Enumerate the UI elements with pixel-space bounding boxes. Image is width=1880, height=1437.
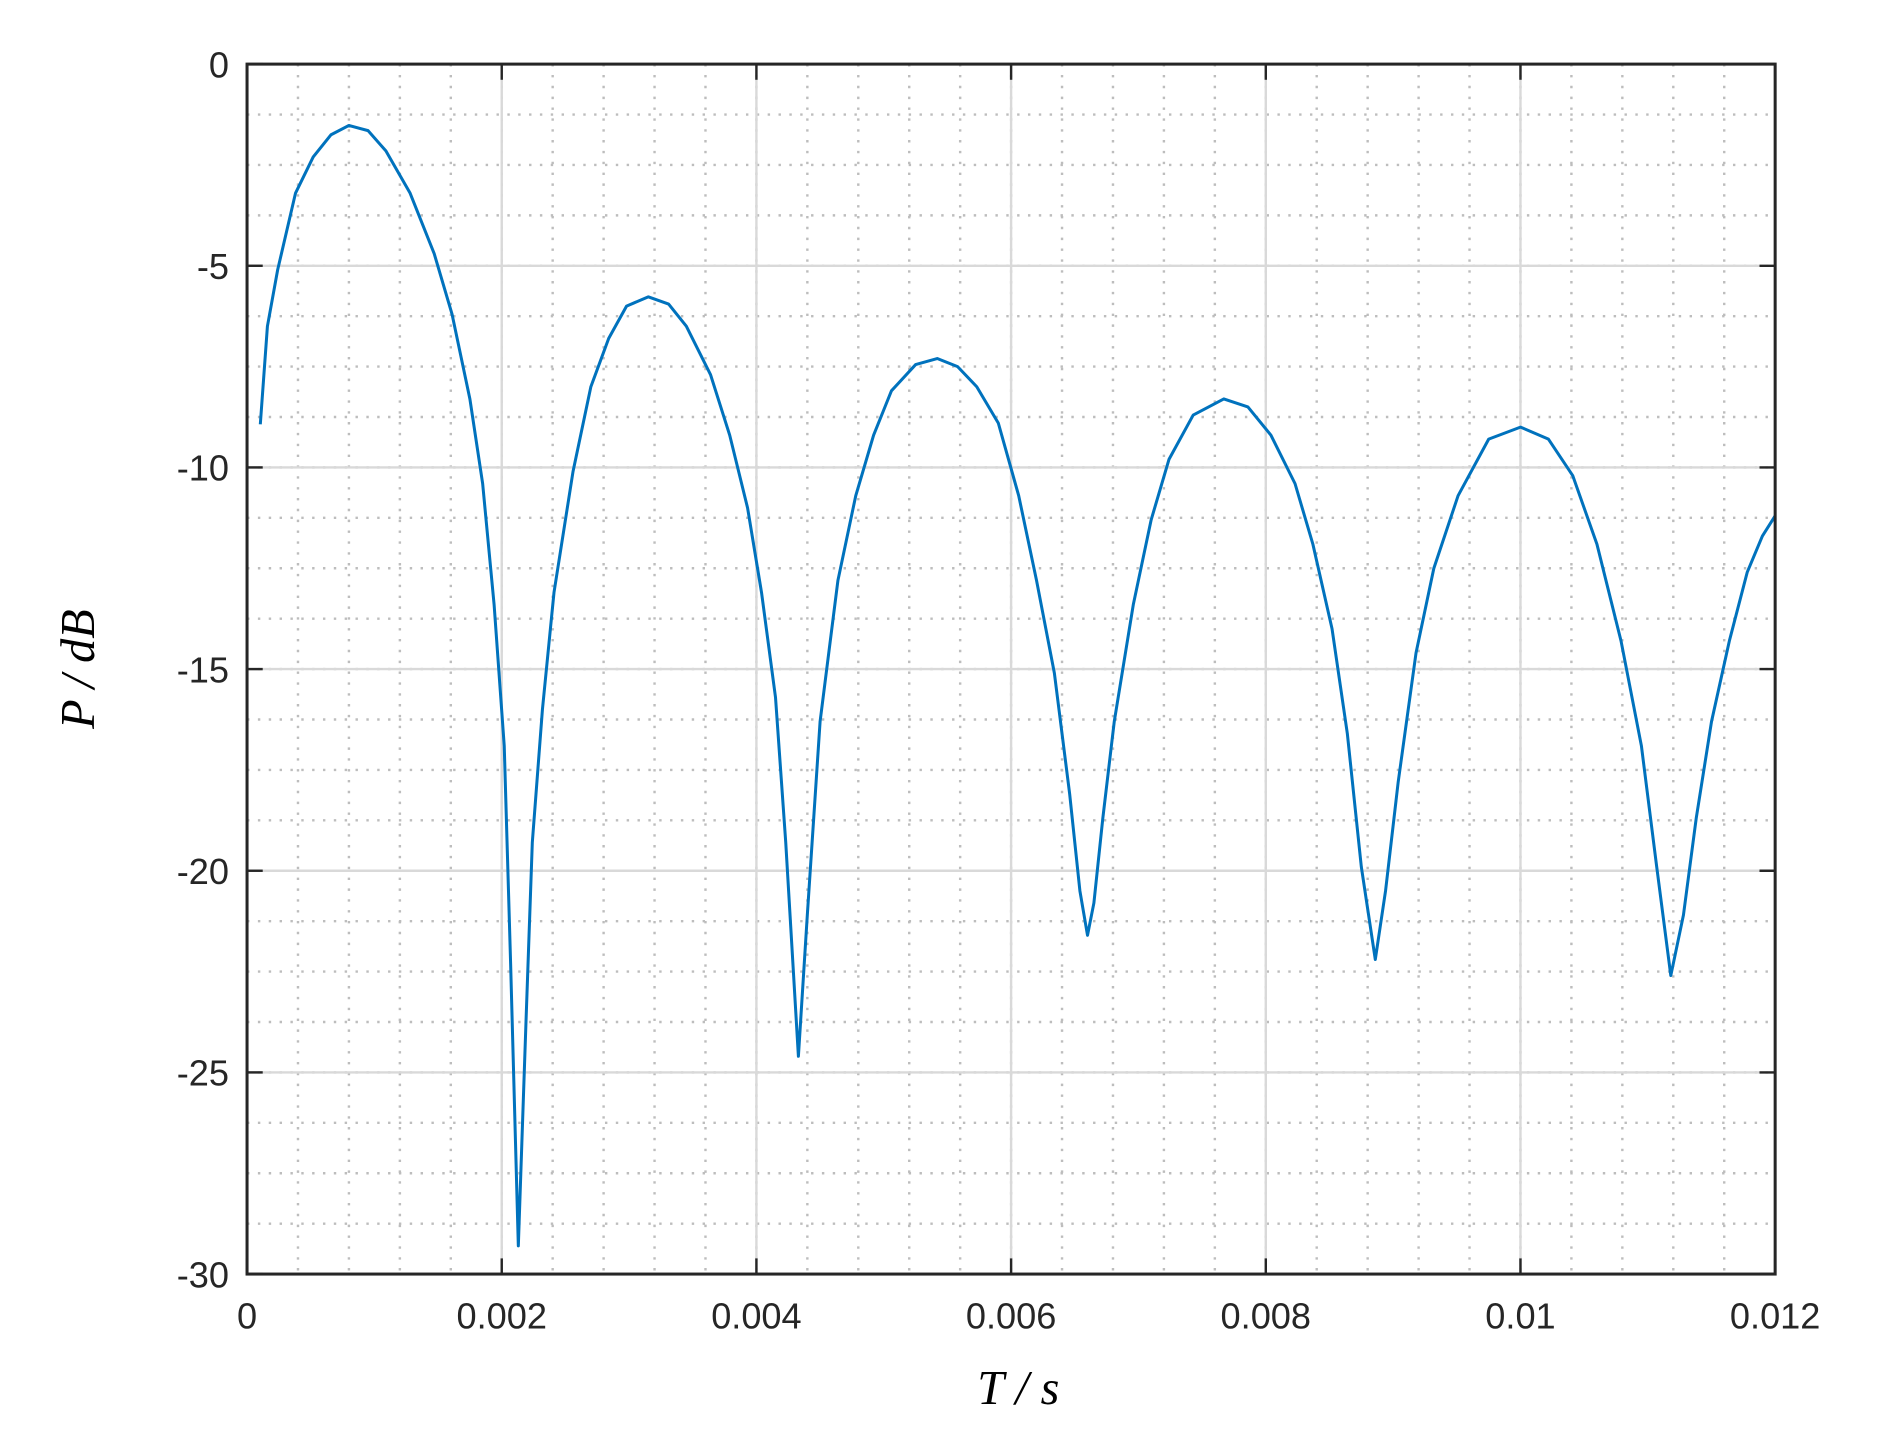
y-tick-label: -10: [177, 448, 229, 489]
x-tick-label: 0.01: [1485, 1295, 1555, 1336]
x-axis-label: T / s: [977, 1362, 1059, 1415]
x-tick-label: 0.008: [1221, 1295, 1311, 1336]
x-tick-label: 0.012: [1730, 1295, 1820, 1336]
y-tick-labels: 0 -5 -10 -15 -20 -25 -30: [177, 44, 229, 1295]
y-tick-label: -30: [177, 1254, 229, 1295]
y-tick-label: -25: [177, 1053, 229, 1094]
y-tick-label: -5: [197, 246, 229, 287]
y-tick-label: 0: [209, 44, 229, 85]
x-tick-label: 0.002: [457, 1295, 547, 1336]
x-tick-label: 0.004: [711, 1295, 801, 1336]
y-tick-label: -15: [177, 649, 229, 690]
y-tick-label: -20: [177, 851, 229, 892]
x-tick-label: 0: [237, 1295, 257, 1336]
x-tick-labels: 0 0.002 0.004 0.006 0.008 0.01 0.012: [237, 1295, 1820, 1336]
line-chart: 0 0.002 0.004 0.006 0.008 0.01 0.012 0 -5 -10 -15…: [52, 44, 1820, 1415]
x-tick-label: 0.006: [966, 1295, 1056, 1336]
y-axis-label: P / dB: [52, 609, 105, 730]
